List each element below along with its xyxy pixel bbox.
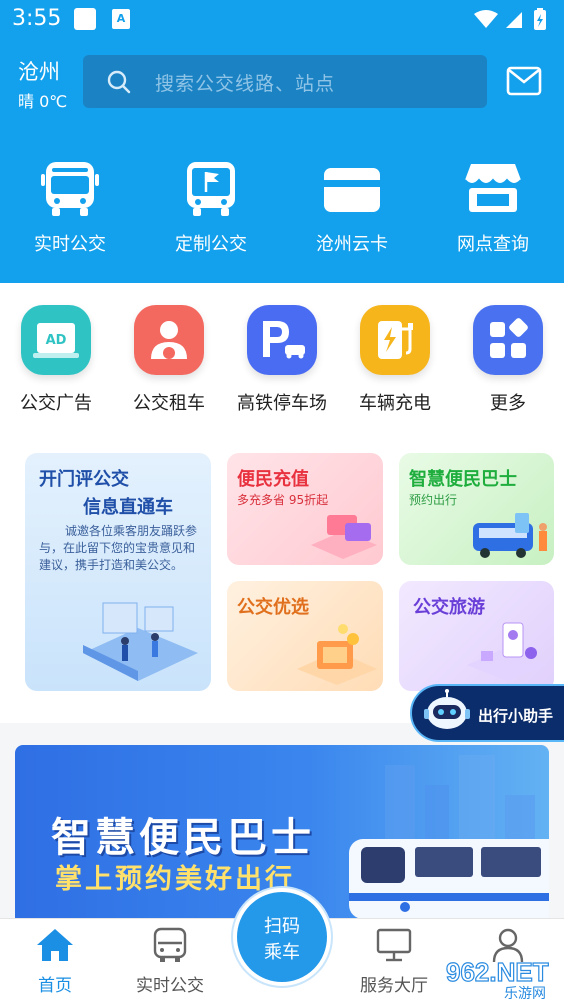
bus-outline-icon (153, 927, 187, 962)
home-icon (37, 929, 73, 961)
charging-icon (360, 305, 430, 375)
card-bus-select[interactable]: 公交优选 (227, 581, 383, 691)
service-ev-charging[interactable]: 车辆充电 (339, 305, 451, 415)
top-nav-label: 沧州云卡 (316, 234, 388, 255)
service-label: 公交广告 (20, 393, 92, 414)
app-screen: 3:55 A 沧州 晴 0℃ 搜索公交线路、站点 实时公交 定制公交 沧州云卡 … (0, 0, 564, 1004)
service-bus-rental[interactable]: 公交租车 (113, 305, 225, 415)
service-label: 公交租车 (133, 393, 205, 414)
city-name[interactable]: 沧州 (18, 56, 60, 86)
search-input[interactable]: 搜索公交线路、站点 (83, 55, 487, 108)
banner-title: 智慧便民巴士 (51, 815, 315, 861)
signal-battery-icon (474, 8, 546, 30)
bottom-nav-service-hall[interactable]: 服务大厅 (344, 927, 444, 996)
feedback-illustration (83, 602, 198, 681)
monitor-icon (376, 928, 412, 962)
service-more[interactable]: 更多 (452, 305, 564, 415)
top-nav-custom-bus[interactable]: 定制公交 (156, 160, 266, 260)
bus-illustration (349, 839, 549, 919)
more-icon (473, 305, 543, 375)
store-icon (464, 164, 522, 212)
bottom-nav-label: 首页 (38, 976, 72, 996)
weather-text: 晴 0℃ (18, 92, 68, 111)
search-placeholder: 搜索公交线路、站点 (155, 73, 336, 95)
top-nav-outlet-query[interactable]: 网点查询 (438, 160, 548, 260)
bottom-nav-home[interactable]: 首页 (5, 927, 105, 996)
status-time: 3:55 (12, 6, 62, 31)
watermark-logo: 962.NET 乐游网 (445, 956, 549, 1001)
assistant-label: 出行小助手 (478, 707, 554, 725)
bottom-nav-realtime[interactable]: 实时公交 (120, 927, 220, 996)
service-label: 车辆充电 (359, 393, 431, 414)
banner-subtitle: 掌上预约美好出行 (55, 864, 295, 895)
top-nav-realtime-bus[interactable]: 实时公交 (15, 160, 125, 260)
a-notification-icon: A (112, 9, 130, 29)
custom-bus-icon (187, 162, 235, 216)
service-label: 高铁停车场 (237, 393, 327, 414)
scan-to-ride-button[interactable]: 扫码 乘车 (233, 888, 331, 986)
card-smart-bus-sub: 预约出行 (409, 493, 458, 507)
top-nav-label: 网点查询 (457, 234, 529, 255)
service-bus-ads[interactable]: AD 公交广告 (0, 305, 112, 415)
top-nav: 实时公交 定制公交 沧州云卡 网点查询 (0, 160, 564, 260)
card-feedback-title2: 信息直通车 (83, 497, 173, 518)
top-nav-cloud-card[interactable]: 沧州云卡 (297, 160, 407, 260)
status-bar: 3:55 A (0, 0, 564, 40)
header-area: 3:55 A 沧州 晴 0℃ 搜索公交线路、站点 实时公交 定制公交 沧州云卡 … (0, 0, 564, 283)
services-row: AD 公交广告 公交租车 高铁停车场 车辆充电 更多 (0, 283, 564, 433)
card-feedback[interactable]: 开门评公交 信息直通车 诚邀各位乘客朋友踊跃参与，在此留下您的宝贵意见和建议，携… (25, 453, 211, 691)
svg-text:962.NET: 962.NET (446, 957, 549, 987)
bus-icon (41, 162, 99, 216)
smart-bus-illustration (473, 513, 547, 558)
card-recharge[interactable]: 便民充值 多充多省 95折起 (227, 453, 383, 565)
service-label: 更多 (490, 393, 526, 414)
card-smart-bus-title: 智慧便民巴士 (409, 469, 517, 490)
feature-cards: 开门评公交 信息直通车 诚邀各位乘客朋友踊跃参与，在此留下您的宝贵意见和建议，携… (0, 433, 564, 723)
card-feedback-title1: 开门评公交 (39, 469, 129, 490)
top-nav-label: 定制公交 (175, 234, 247, 255)
card-feedback-desc: 诚邀各位乘客朋友踊跃参与，在此留下您的宝贵意见和建议，携手打造和美公交。 (39, 524, 198, 572)
notification-icon (74, 8, 96, 30)
card-icon (324, 168, 380, 212)
driver-icon (134, 305, 204, 375)
ad-icon: AD (21, 305, 91, 375)
svg-text:AD: AD (46, 333, 67, 348)
robot-icon (424, 689, 470, 729)
parking-icon (247, 305, 317, 375)
card-bus-travel-title: 公交旅游 (413, 597, 485, 618)
card-recharge-title: 便民充值 (237, 469, 309, 490)
top-nav-label: 实时公交 (34, 234, 106, 255)
scan-label-line2: 乘车 (264, 942, 300, 963)
travel-assistant-button[interactable]: 出行小助手 (410, 684, 564, 742)
travel-illustration (467, 622, 547, 681)
search-icon (107, 70, 131, 94)
service-hsr-parking[interactable]: 高铁停车场 (226, 305, 338, 415)
scan-label-line1: 扫码 (264, 916, 300, 937)
svg-text:乐游网: 乐游网 (504, 986, 546, 1001)
shopping-illustration (297, 624, 377, 685)
bottom-nav-label: 实时公交 (136, 976, 204, 996)
bottom-nav-label: 服务大厅 (360, 976, 428, 996)
card-bus-travel[interactable]: 公交旅游 (399, 581, 554, 691)
card-smart-bus[interactable]: 智慧便民巴士 预约出行 (399, 453, 554, 565)
mail-icon[interactable] (506, 66, 542, 96)
recharge-illustration (311, 515, 377, 559)
card-bus-select-title: 公交优选 (237, 597, 309, 618)
